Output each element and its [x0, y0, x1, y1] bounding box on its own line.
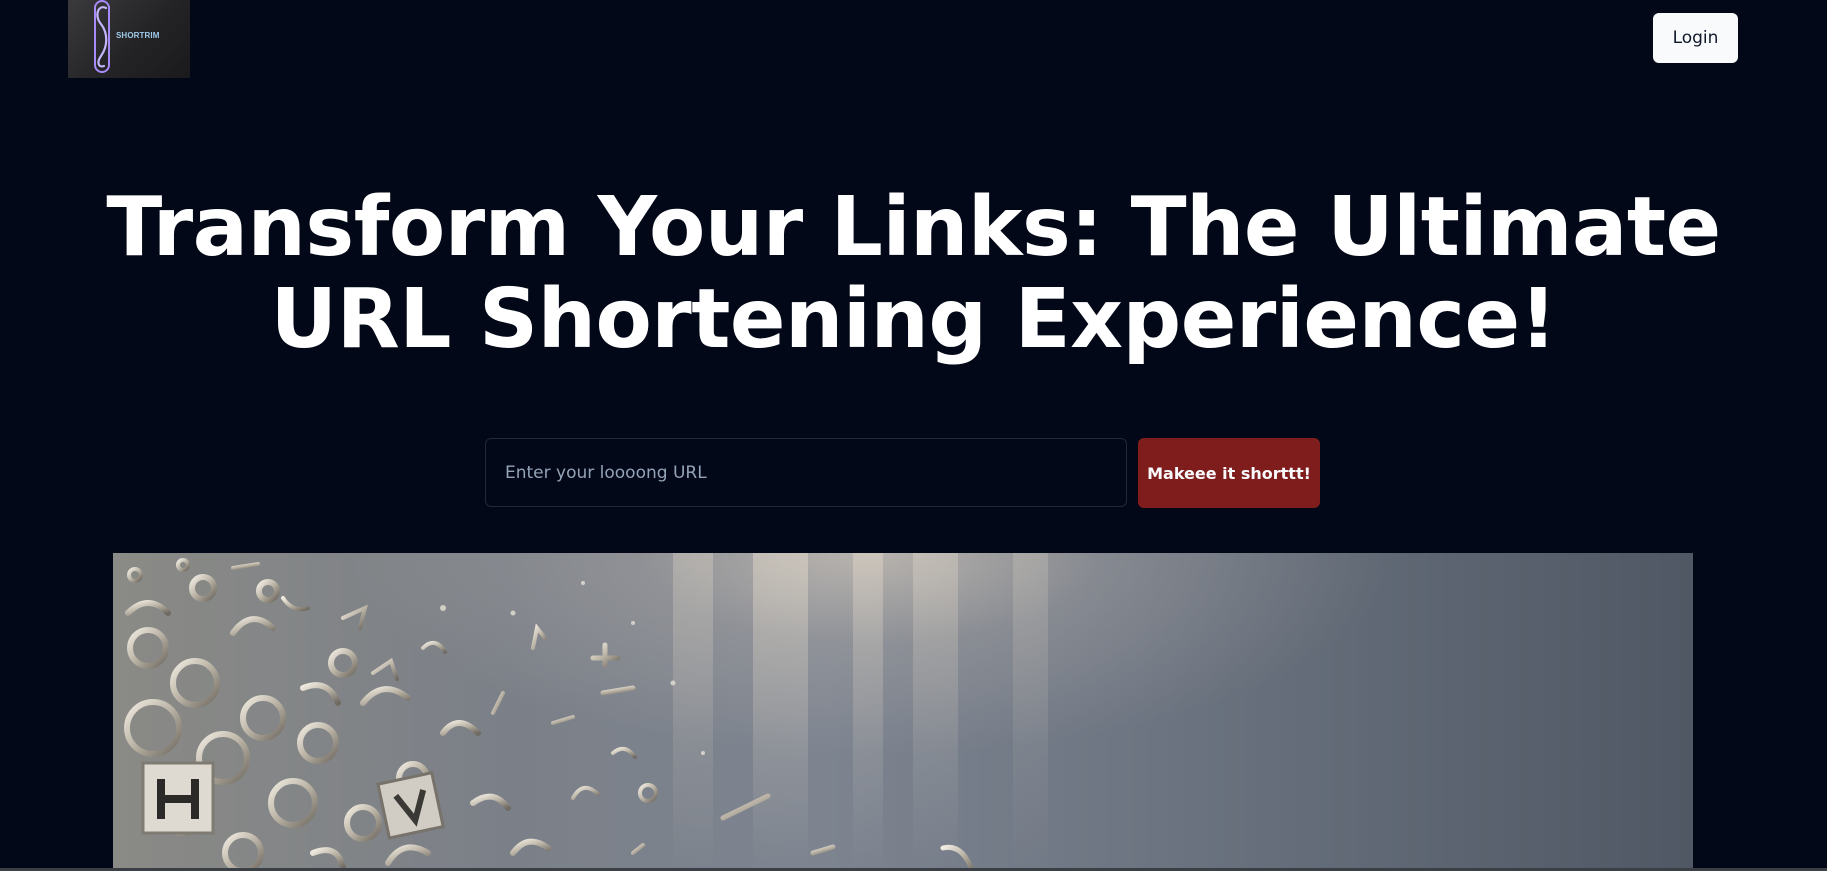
hero-title: Transform Your Links: The Ultimate URL S… — [0, 182, 1827, 366]
hero-image — [113, 553, 1693, 871]
logo[interactable]: SHORTRIM — [68, 0, 190, 78]
flying-letters-illustration — [124, 553, 1048, 871]
url-input[interactable] — [485, 438, 1127, 507]
letter-h-block — [141, 761, 215, 835]
logo-text: SHORTRIM — [116, 31, 160, 40]
hero-title-line-1: Transform Your Links: The Ultimate — [106, 180, 1721, 275]
shorten-button[interactable]: Makeee it shorttt! — [1138, 438, 1320, 508]
page: SHORTRIM Login Transform Your Links: The… — [0, 0, 1827, 871]
login-button[interactable]: Login — [1653, 13, 1738, 63]
hero-title-line-2: URL Shortening Experience! — [270, 272, 1557, 367]
